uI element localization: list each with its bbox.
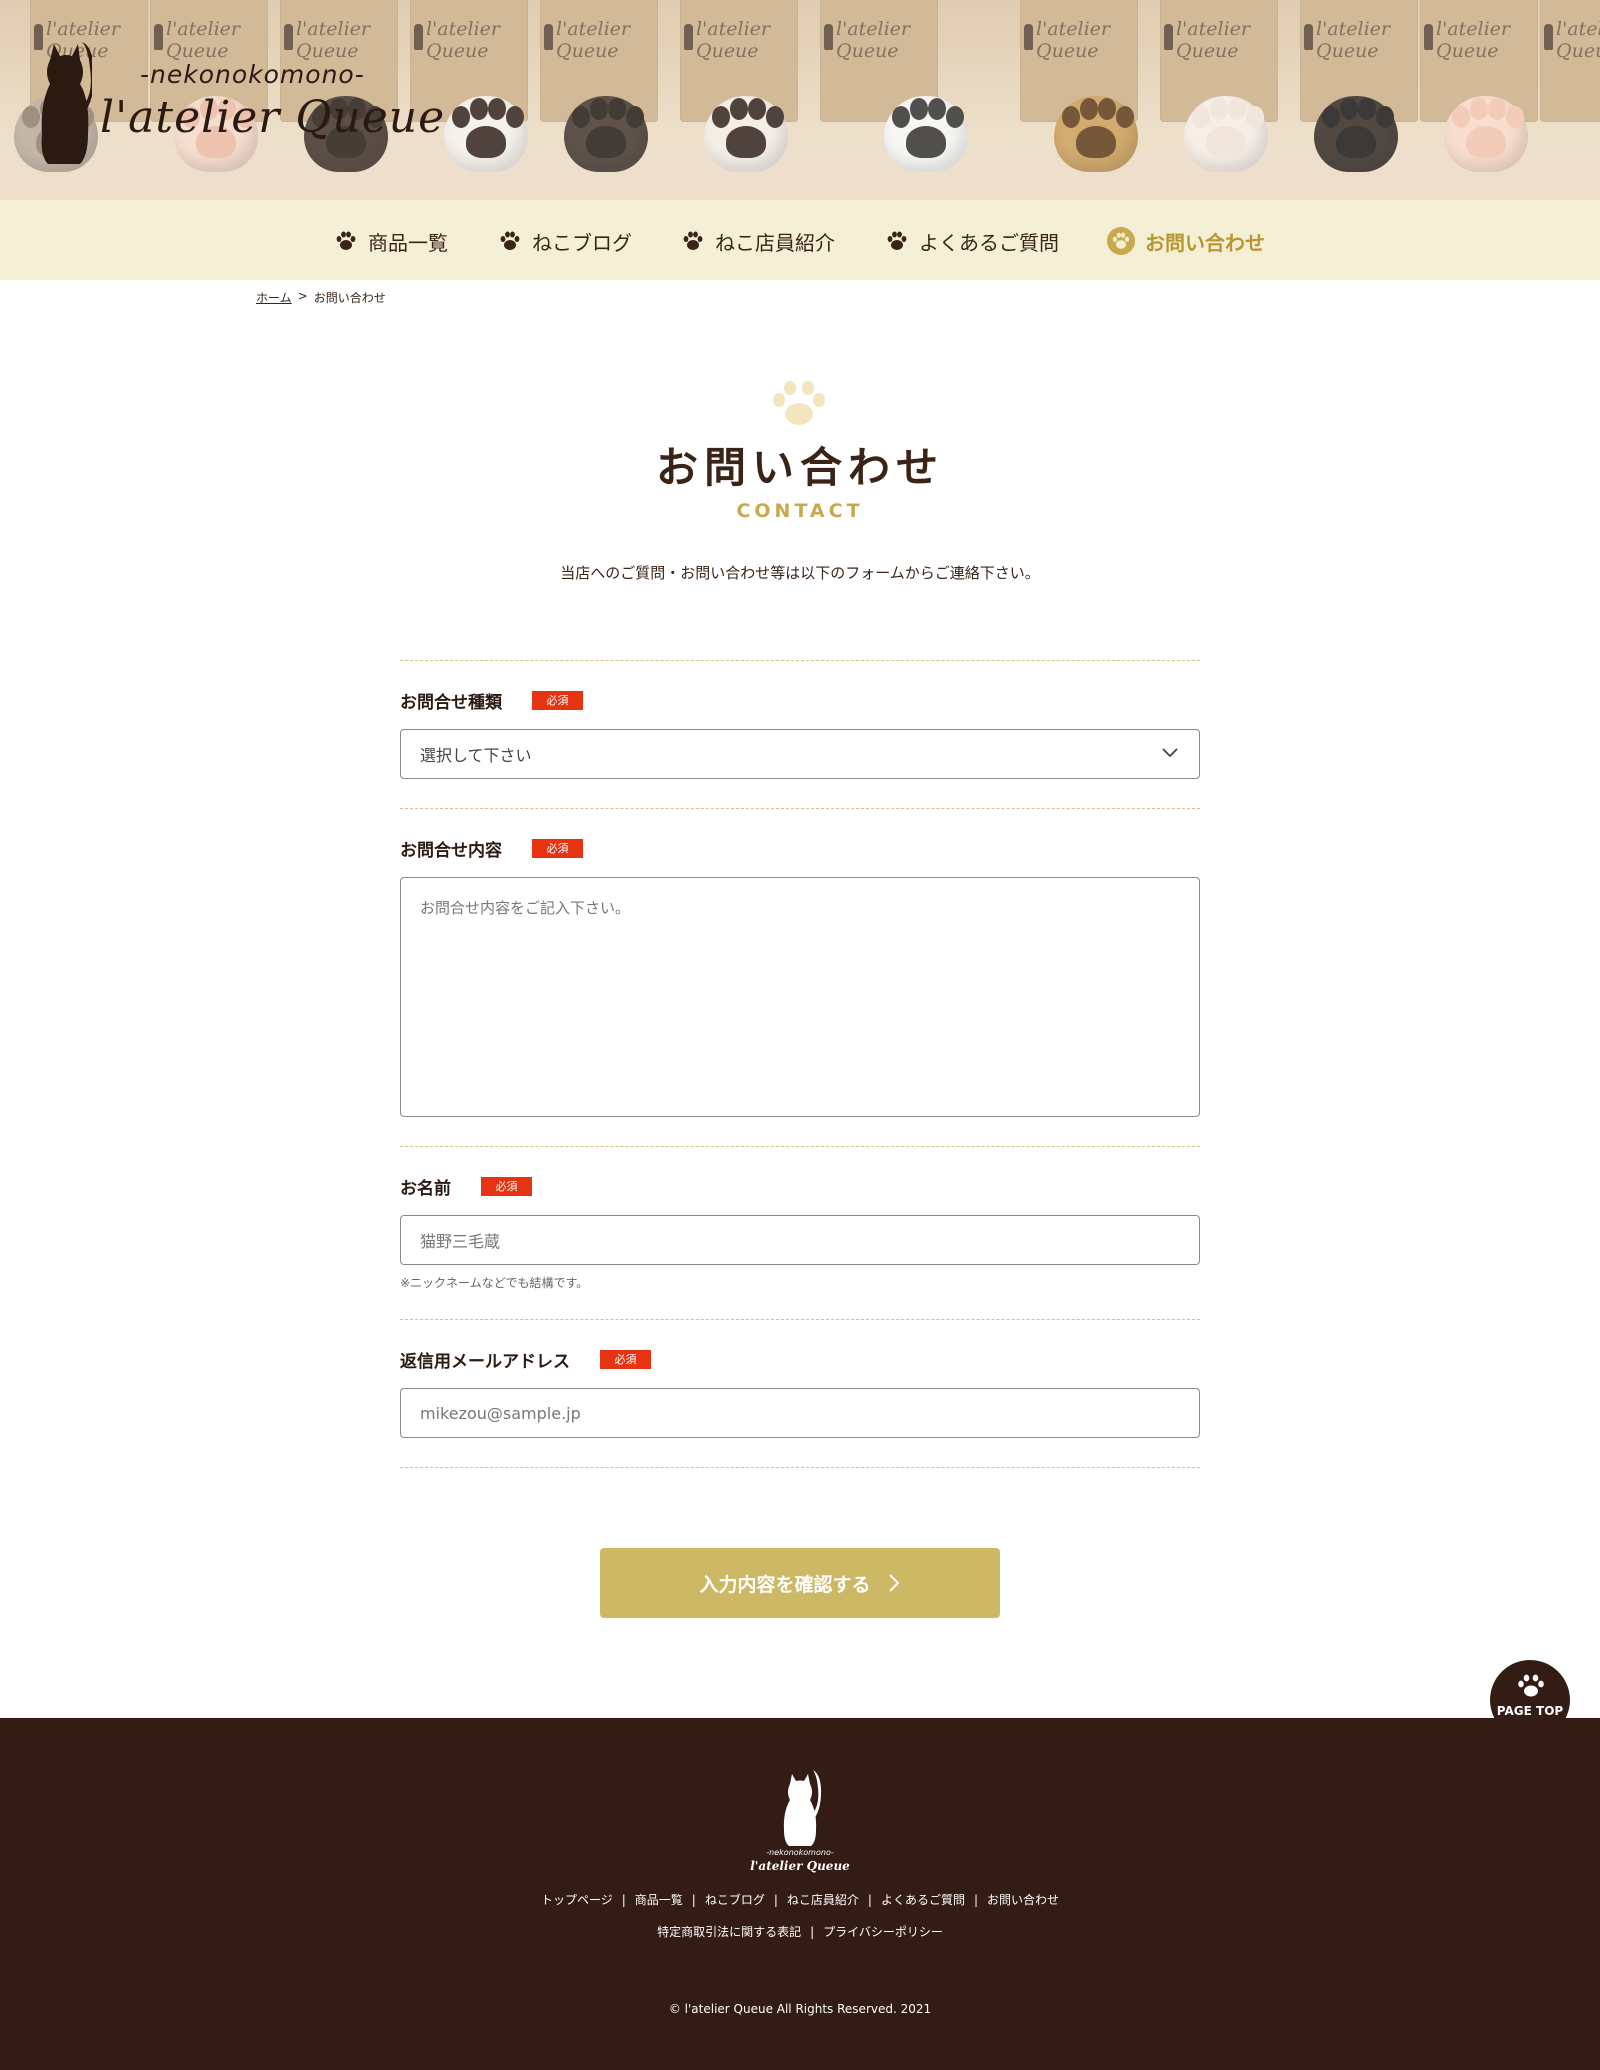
name-label: お名前 必須 — [400, 1174, 532, 1199]
cat-silhouette-icon — [41, 42, 92, 164]
nav-label: 商品一覧 — [368, 230, 448, 255]
page-top-button[interactable]: PAGE TOP — [1490, 1660, 1570, 1740]
inquiry-type-label: お問合せ種類 必須 — [400, 688, 583, 713]
breadcrumb-home-link[interactable]: ホーム — [256, 289, 292, 306]
paw-icon — [500, 231, 520, 250]
submit-label: 入力内容を確認する — [699, 1573, 871, 1596]
input-placeholder: mikezou@sample.jp — [420, 1403, 581, 1423]
chevron-down-icon — [1162, 748, 1178, 758]
inquiry-message-textarea[interactable]: お問合せ内容をご記入下さい。 — [400, 877, 1200, 1117]
footer-nav-primary: トップページ | 商品一覧 | ねこブログ | ねこ店員紹介 | よくあるご質問 | お問い合わせ — [540, 1893, 1060, 1907]
page-subtitle: CONTACT — [736, 500, 864, 522]
page-title: お問い合わせ — [655, 443, 944, 492]
nav-label: ねこ店員紹介 — [715, 230, 835, 255]
logo-subtitle: -nekonokomono- — [140, 60, 365, 89]
footer-link-contact[interactable]: お問い合わせ — [987, 1893, 1059, 1907]
footer-link-privacy[interactable]: プライバシーポリシー — [823, 1925, 943, 1939]
nav-item-faq[interactable]: よくあるご質問 — [885, 227, 1059, 255]
inquiry-type-select[interactable]: 選択して下さい — [400, 729, 1200, 779]
breadcrumb-current: お問い合わせ — [313, 291, 386, 305]
footer-logo-subtitle: -nekonokomono- — [766, 1848, 834, 1857]
page-lead-text: 当店へのご質問・お問い合わせ等は以下のフォームからご連絡下さい。 — [560, 564, 1040, 582]
breadcrumb: ホーム > お問い合わせ — [256, 289, 386, 306]
paw-circle-icon — [1107, 227, 1135, 255]
breadcrumb-separator: > — [297, 289, 308, 303]
paw-icon — [1518, 1674, 1544, 1697]
footer-link-products[interactable]: 商品一覧 — [635, 1893, 683, 1907]
site-footer: -nekonokomono- l'atelier Queue トップページ | 商品… — [0, 1718, 1600, 2070]
paw-icon — [336, 231, 356, 250]
copyright: © l'atelier Queue All Rights Reserved. 2… — [668, 2002, 932, 2016]
form-divider — [400, 1467, 1200, 1468]
inquiry-message-label: お問合せ内容 必須 — [400, 836, 583, 861]
footer-link-tokushoho[interactable]: 特定商取引法に関する表記 — [657, 1925, 801, 1939]
name-note: ※ニックネームなどでも結構です。 — [400, 1276, 589, 1290]
footer-logo-name: l'atelier Queue — [750, 1859, 850, 1873]
form-divider — [400, 1146, 1200, 1147]
footer-nav-secondary: 特定商取引法に関する表記 | プライバシーポリシー — [657, 1925, 943, 1939]
footer-link-top[interactable]: トップページ — [541, 1893, 613, 1907]
footer-link-blog[interactable]: ねこブログ — [705, 1893, 765, 1907]
email-input[interactable]: mikezou@sample.jp — [400, 1388, 1200, 1438]
paw-icon — [887, 231, 907, 250]
paw-icon — [773, 381, 825, 425]
form-divider — [400, 660, 1200, 661]
required-badge: 必須 — [481, 1177, 532, 1196]
header-hero-image: l'atelierQueuel'atelierQueuel'atelierQue… — [0, 0, 1600, 200]
field-label: お問合せ種類 — [400, 693, 502, 713]
nav-label: お問い合わせ — [1145, 230, 1265, 255]
form-divider — [400, 1319, 1200, 1320]
footer-logo[interactable]: -nekonokomono- l'atelier Queue — [740, 1768, 860, 1878]
name-input[interactable]: 猫野三毛蔵 — [400, 1215, 1200, 1265]
chevron-right-icon — [888, 1574, 899, 1592]
nav-item-blog[interactable]: ねこブログ — [498, 227, 632, 255]
footer-link-faq[interactable]: よくあるご質問 — [881, 1893, 965, 1907]
textarea-placeholder: お問合せ内容をご記入下さい。 — [420, 899, 631, 917]
field-label: 返信用メールアドレス — [400, 1352, 570, 1372]
field-label: お名前 — [400, 1179, 451, 1199]
cat-silhouette-icon — [783, 1770, 822, 1846]
confirm-submit-button[interactable]: 入力内容を確認する — [600, 1548, 1000, 1618]
required-badge: 必須 — [600, 1350, 651, 1369]
required-badge: 必須 — [532, 691, 583, 710]
site-logo[interactable]: -nekonokomono- l'atelier Queue — [28, 34, 448, 174]
nav-item-contact[interactable]: お問い合わせ — [1107, 227, 1265, 255]
footer-link-staff[interactable]: ねこ店員紹介 — [787, 1893, 859, 1907]
nav-label: よくあるご質問 — [919, 230, 1059, 255]
logo-name: l'atelier Queue — [100, 92, 446, 143]
form-divider — [400, 808, 1200, 809]
input-placeholder: 猫野三毛蔵 — [420, 1232, 501, 1251]
required-badge: 必須 — [532, 839, 583, 858]
page-top-label: PAGE TOP — [1496, 1704, 1564, 1718]
select-value: 選択して下さい — [420, 746, 532, 765]
nav-item-products[interactable]: 商品一覧 — [334, 227, 448, 255]
paw-icon — [683, 231, 703, 250]
global-nav: 商品一覧 ねこブログ ねこ店員紹介 よくあるご質問 お問い合わせ — [0, 200, 1600, 280]
nav-label: ねこブログ — [532, 230, 632, 255]
nav-item-staff[interactable]: ねこ店員紹介 — [681, 227, 835, 255]
field-label: お問合せ内容 — [400, 841, 502, 861]
email-label: 返信用メールアドレス 必須 — [400, 1347, 651, 1372]
